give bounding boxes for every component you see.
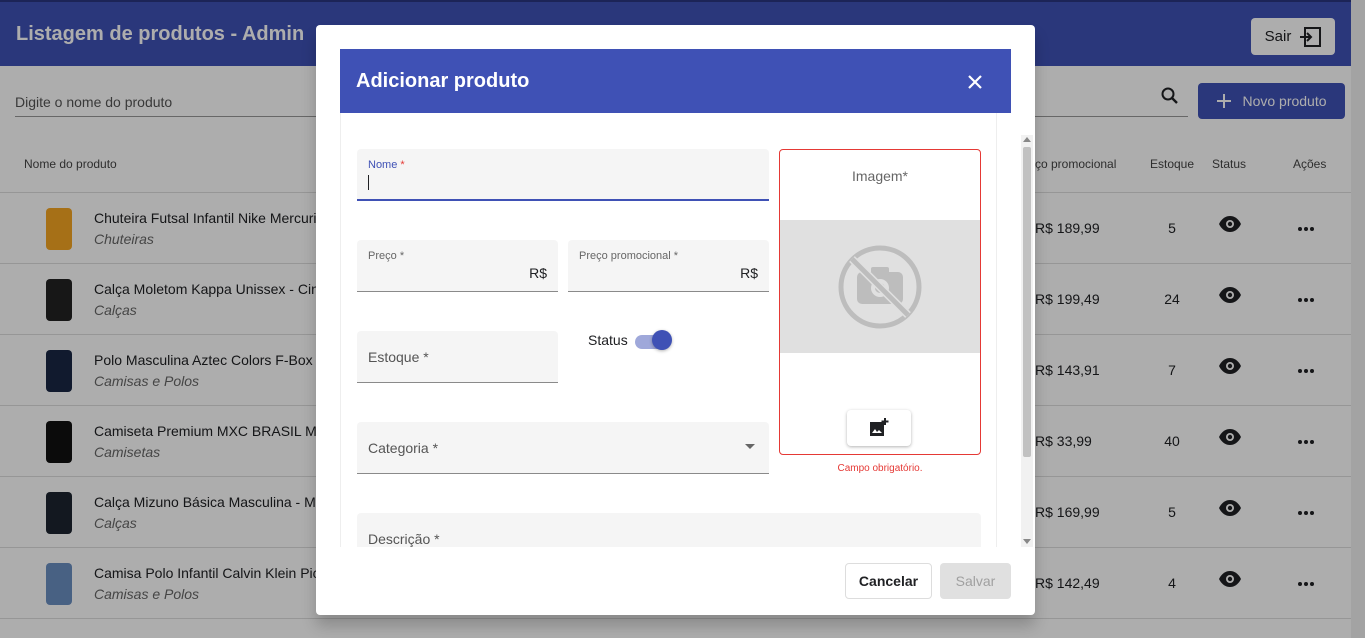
dialog-header: Adicionar produto bbox=[340, 49, 1011, 113]
add-product-dialog: Adicionar produto Nome * Preço * R$ Preç… bbox=[316, 25, 1035, 615]
image-error-message: Campo obrigatório. bbox=[837, 463, 923, 474]
stock-field[interactable]: Estoque * bbox=[357, 331, 558, 383]
image-upload-box: Imagem* bbox=[779, 149, 981, 455]
price-label: Preço bbox=[368, 250, 397, 262]
price-suffix: R$ bbox=[529, 265, 547, 281]
status-label: Status bbox=[588, 332, 628, 348]
category-select[interactable]: Categoria * bbox=[357, 422, 769, 474]
text-caret bbox=[368, 175, 369, 190]
price-field[interactable]: Preço * R$ bbox=[357, 240, 558, 292]
image-placeholder bbox=[780, 220, 980, 353]
dropdown-arrow-icon bbox=[745, 444, 755, 449]
required-mark: * bbox=[673, 250, 679, 262]
close-icon[interactable] bbox=[966, 73, 984, 91]
promo-price-label: Preço promocional bbox=[579, 250, 671, 262]
scroll-down-arrow[interactable] bbox=[1023, 539, 1031, 544]
required-mark: * bbox=[423, 349, 429, 365]
save-button[interactable]: Salvar bbox=[940, 563, 1011, 599]
stock-label: Estoque bbox=[368, 349, 420, 365]
add-photo-icon bbox=[870, 418, 889, 436]
required-mark: * bbox=[399, 250, 405, 262]
scroll-thumb[interactable] bbox=[1023, 147, 1031, 457]
required-mark: * bbox=[432, 440, 439, 456]
dialog-body: Nome * Preço * R$ Preço promocional * R$… bbox=[340, 113, 997, 547]
scroll-up-arrow[interactable] bbox=[1023, 137, 1031, 142]
description-label: Descrição bbox=[368, 531, 431, 547]
promo-price-field[interactable]: Preço promocional * R$ bbox=[568, 240, 769, 292]
dialog-title: Adicionar produto bbox=[356, 70, 530, 92]
name-field[interactable]: Nome * bbox=[357, 149, 769, 201]
required-mark: * bbox=[434, 531, 440, 547]
image-title: Imagem* bbox=[851, 168, 909, 184]
promo-price-suffix: R$ bbox=[740, 265, 758, 281]
category-label: Categoria bbox=[368, 440, 429, 456]
name-label: Nome bbox=[368, 159, 398, 171]
dialog-scrollbar[interactable] bbox=[1021, 135, 1033, 547]
description-field[interactable]: Descrição * bbox=[357, 513, 981, 547]
add-image-button[interactable] bbox=[847, 410, 911, 446]
cancel-button[interactable]: Cancelar bbox=[845, 563, 932, 599]
no-photo-icon bbox=[838, 245, 922, 329]
required-mark: * bbox=[400, 159, 405, 171]
toggle-knob[interactable] bbox=[652, 330, 672, 350]
